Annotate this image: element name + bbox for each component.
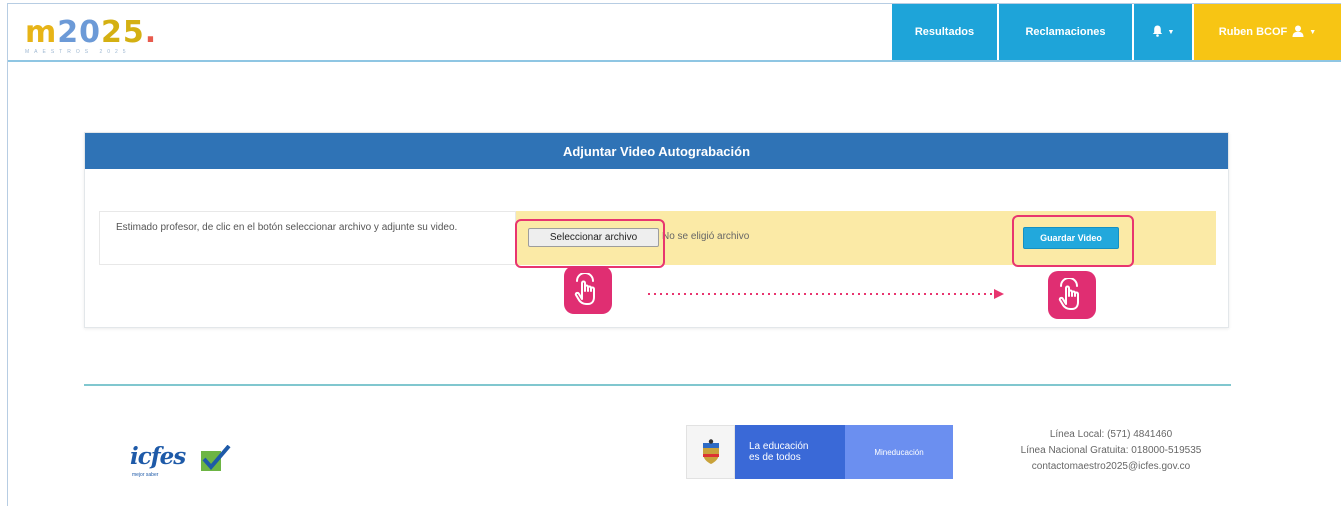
highlight-select-file [515, 219, 665, 268]
icfes-logo: icfes mejor saber [130, 443, 231, 479]
user-name: Ruben BCOF [1218, 26, 1288, 38]
m2025-logo[interactable]: m2025. MAESTROS 2025 [25, 18, 157, 58]
contact-info: Línea Local: (571) 4841460 Línea Naciona… [976, 427, 1246, 475]
icfes-wordmark: icfes [130, 443, 186, 470]
nav-reclamaciones[interactable]: Reclamaciones [997, 4, 1132, 60]
nav-reclamaciones-label: Reclamaciones [1025, 26, 1106, 38]
nav-resultados-label: Resultados [914, 26, 975, 38]
colombia-crest-icon [686, 425, 735, 479]
panel-title: Adjuntar Video Autograbación [85, 133, 1228, 169]
user-icon [1292, 25, 1304, 40]
gov-edu-line1: La educación [749, 441, 809, 452]
icfes-tagline: mejor saber [132, 472, 159, 478]
gov-edu-line2: es de todos [749, 452, 801, 463]
contact-email[interactable]: contactomaestro2025@icfes.gov.co [976, 459, 1246, 475]
logo-20: 20 [57, 15, 102, 50]
logo-25: 25 [101, 15, 145, 50]
gov-banner: La educación es de todos Mineducación [686, 425, 953, 479]
gov-education-label: La educación es de todos [735, 425, 845, 479]
contact-local-line: Línea Local: (571) 4841460 [1049, 429, 1173, 440]
logo-m: m [25, 15, 58, 50]
user-menu[interactable]: Ruben BCOF ▼ [1192, 4, 1341, 60]
bell-icon [1152, 25, 1163, 40]
gov-ministry-label: Mineducación [845, 425, 953, 479]
tap-hand-icon [1048, 271, 1096, 319]
contact-national-line: Línea Nacional Gratuita: 018000-519535 [1020, 445, 1202, 456]
footer-divider [84, 384, 1231, 386]
dotted-arrow-icon [648, 289, 1004, 299]
tap-hand-icon [564, 266, 612, 314]
instructions-text: Estimado profesor, de clic en el botón s… [99, 211, 516, 265]
chevron-down-icon: ▼ [1309, 28, 1317, 36]
nav-resultados[interactable]: Resultados [890, 4, 997, 60]
top-bar: m2025. MAESTROS 2025 Resultados Reclamac… [8, 4, 1341, 62]
highlight-save-video [1012, 215, 1134, 267]
chevron-down-icon: ▼ [1167, 28, 1175, 36]
notifications-dropdown[interactable]: ▼ [1132, 4, 1192, 60]
file-status: No se eligió archivo [662, 231, 750, 242]
checkmark-icon [201, 445, 231, 471]
logo-dot: . [144, 15, 158, 50]
